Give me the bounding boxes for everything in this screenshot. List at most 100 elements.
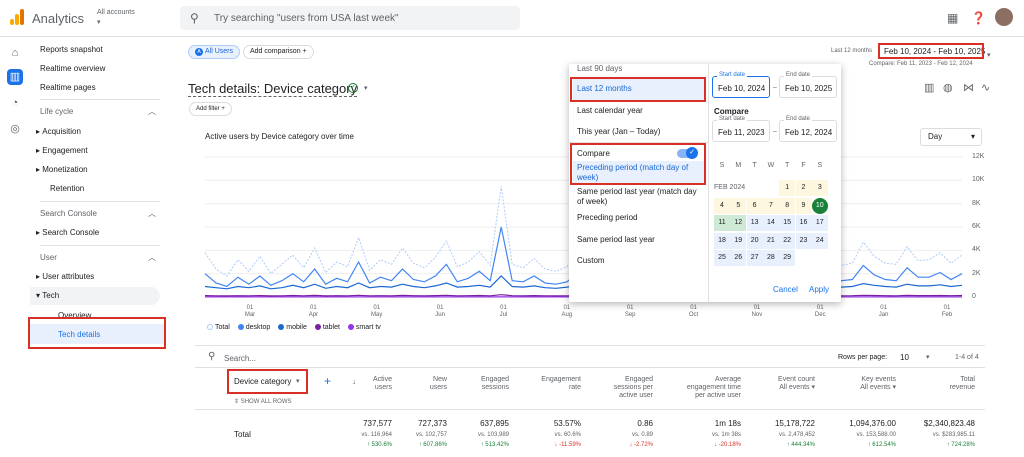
column-header[interactable]: Engaged sessions per active user xyxy=(573,376,653,400)
show-all-rows-button[interactable]: ⇕ SHOW ALL ROWS xyxy=(234,398,292,405)
option-this-year[interactable]: This year (Jan – Today) xyxy=(577,127,660,136)
calendar-day[interactable]: 5 xyxy=(730,197,747,214)
legend-total[interactable]: Total xyxy=(207,324,230,331)
compare-option-same-period[interactable]: Same period last year xyxy=(577,235,655,244)
calendar-day[interactable]: 24 xyxy=(811,232,828,249)
calendar-day[interactable]: 17 xyxy=(811,215,828,231)
x-tick-label: 01 Feb xyxy=(937,305,957,319)
calendar-day[interactable]: 26 xyxy=(730,250,747,266)
field-value: Feb 10, 2025 xyxy=(785,84,833,93)
total-value: 1m 18s xyxy=(714,419,741,428)
header-line: rate xyxy=(568,384,581,391)
change-percent: ↑ 612.54% xyxy=(867,442,896,448)
field-value: Feb 10, 2024 xyxy=(718,84,766,93)
column-header[interactable]: Engaged sessions xyxy=(429,376,509,392)
calendar-day[interactable]: 18 xyxy=(714,232,730,249)
x-tick-day: 01 xyxy=(563,305,571,311)
calendar-day[interactable]: 20 xyxy=(746,232,763,249)
change-percent: ↓ -20.18% xyxy=(713,442,741,448)
calendar-day[interactable]: 21 xyxy=(762,232,779,249)
change-percent: ↑ 444.34% xyxy=(786,442,815,448)
legend-label: mobile xyxy=(286,324,307,331)
change-percent: ↑ 607.86% xyxy=(418,442,447,448)
x-tick-day: 01 xyxy=(880,305,887,311)
compare-option-custom[interactable]: Custom xyxy=(577,256,605,265)
calendar-day[interactable]: 23 xyxy=(795,232,812,249)
weekday-label: T xyxy=(752,162,757,169)
x-tick-day: 01 xyxy=(436,305,444,311)
x-tick-month: Feb xyxy=(941,312,953,318)
compare-option-same-period-dow[interactable]: Same period last year (match day of week… xyxy=(577,187,705,207)
x-tick-month: May xyxy=(371,312,383,318)
chart-legend: Total desktop mobile tablet smart tv xyxy=(207,324,387,331)
compare-option-preceding[interactable]: Preceding period xyxy=(577,213,637,222)
option-last-90-days[interactable]: Last 90 days xyxy=(577,64,622,73)
calendar-day[interactable]: 29 xyxy=(779,250,796,266)
chevron-down-icon[interactable]: ▾ xyxy=(926,353,930,361)
legend-label: smart tv xyxy=(355,324,381,331)
header-line: Total xyxy=(960,376,975,383)
column-header[interactable]: Total revenue xyxy=(895,376,975,392)
calendar-day[interactable]: 13 xyxy=(746,215,763,231)
column-header[interactable]: Key events All events ▾ xyxy=(816,376,896,392)
calendar-day[interactable]: 8 xyxy=(779,197,796,214)
calendar-day[interactable]: 2 xyxy=(795,180,812,196)
weekday-label: M xyxy=(735,162,742,169)
y-tick-label: 0 xyxy=(972,293,976,300)
calendar-day[interactable]: 1 xyxy=(779,180,796,196)
calendar-day[interactable]: 28 xyxy=(762,250,779,266)
legend-mobile[interactable]: mobile xyxy=(278,324,307,331)
calendar-day[interactable]: 15 xyxy=(779,215,796,231)
start-date-field[interactable]: Start date Feb 10, 2024 xyxy=(712,72,770,98)
calendar-day[interactable]: 14 xyxy=(762,215,779,231)
calendar-day[interactable]: 10 xyxy=(811,197,828,214)
column-header[interactable]: Engagement rate xyxy=(501,376,581,392)
calendar-day[interactable]: 7 xyxy=(762,197,779,214)
compare-value: vs. 2,478,452 xyxy=(778,432,815,438)
end-date-field[interactable]: End date Feb 10, 2025 xyxy=(779,72,837,98)
calendar-day[interactable]: 25 xyxy=(714,250,730,266)
calendar-day[interactable]: 4 xyxy=(714,197,730,214)
x-tick-label: 01 Nov xyxy=(747,305,767,319)
calendar-day[interactable]: 3 xyxy=(811,180,828,196)
range-dash: – xyxy=(773,128,777,135)
column-header[interactable]: Event count All events ▾ xyxy=(735,376,815,392)
calendar-day[interactable]: 9 xyxy=(795,197,812,214)
weekday-label: F xyxy=(801,162,806,169)
header-line: sessions xyxy=(481,384,509,391)
x-tick-month: Dec xyxy=(814,312,826,318)
y-tick-label: 12K xyxy=(972,153,985,160)
legend-desktop[interactable]: desktop xyxy=(237,324,270,331)
header-line: engagement time xyxy=(686,384,741,391)
compare-start-date-field[interactable]: Start date Feb 11, 2023 xyxy=(712,116,770,142)
legend-smarttv[interactable]: smart tv xyxy=(347,324,381,331)
x-tick-month: Sep xyxy=(624,312,636,318)
header-line: Engagement xyxy=(541,376,581,383)
legend-tablet[interactable]: tablet xyxy=(314,324,340,331)
column-header[interactable]: Average engagement time per active user xyxy=(661,376,741,400)
rows-per-page-label: Rows per page: xyxy=(838,354,888,361)
y-tick-label: 2K xyxy=(972,269,981,277)
header-line: All events ▾ xyxy=(779,384,815,391)
calendar-day[interactable]: 19 xyxy=(730,232,747,249)
header-line: sessions per xyxy=(613,384,653,391)
divider xyxy=(195,367,985,368)
cancel-button[interactable]: Cancel xyxy=(773,285,798,294)
apply-button[interactable]: Apply xyxy=(809,285,829,294)
header-line: Engaged xyxy=(624,376,653,383)
calendar-day[interactable]: 12 xyxy=(730,215,747,231)
highlight-box xyxy=(570,77,706,102)
compare-end-date-field[interactable]: End date Feb 12, 2024 xyxy=(779,116,837,142)
total-value: 53.57% xyxy=(553,419,581,428)
rows-per-page-select[interactable]: 10 xyxy=(900,353,909,362)
table-search-input[interactable]: Search... xyxy=(224,354,256,363)
calendar-day[interactable]: 27 xyxy=(746,250,763,266)
header-line: active user xyxy=(619,392,653,399)
option-last-calendar-year[interactable]: Last calendar year xyxy=(577,106,643,115)
field-label: End date xyxy=(784,116,813,122)
calendar-day[interactable]: 22 xyxy=(779,232,796,249)
calendar-day[interactable]: 16 xyxy=(795,215,812,231)
calendar-day[interactable]: 6 xyxy=(746,197,763,214)
highlight-box xyxy=(227,369,308,394)
calendar-day[interactable]: 11 xyxy=(714,215,730,231)
